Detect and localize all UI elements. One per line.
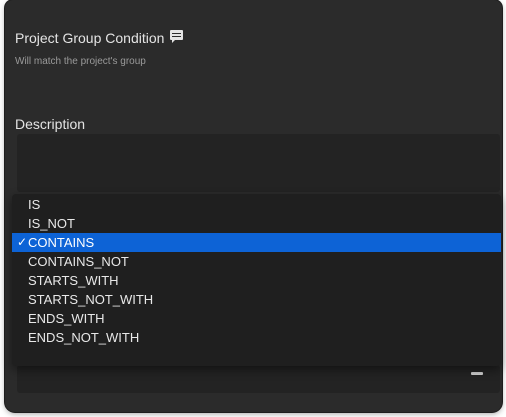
menu-option-label: IS: [28, 197, 41, 212]
menu-option-ends-with[interactable]: ENDS_WITH: [12, 309, 501, 328]
menu-option-starts-with[interactable]: STARTS_WITH: [12, 271, 501, 290]
operator-dropdown-menu: IS IS_NOT ✓ CONTAINS CONTAINS_NOT STARTS…: [12, 194, 501, 366]
menu-option-label: IS_NOT: [28, 216, 75, 231]
condition-title: Project Group Condition: [15, 30, 165, 46]
menu-option-contains[interactable]: ✓ CONTAINS: [12, 233, 501, 252]
menu-option-label: STARTS_WITH: [28, 273, 119, 288]
condition-title-row: Project Group Condition: [15, 30, 184, 46]
menu-option-label: ENDS_WITH: [28, 311, 105, 326]
menu-option-label: STARTS_NOT_WITH: [28, 292, 154, 307]
description-field[interactable]: [17, 134, 500, 192]
checkmark-icon: ✓: [17, 235, 28, 249]
comment-icon[interactable]: [170, 30, 184, 43]
menu-option-starts-not-with[interactable]: STARTS_NOT_WITH: [12, 290, 501, 309]
menu-option-is[interactable]: IS: [12, 195, 501, 214]
minus-icon[interactable]: [471, 372, 483, 375]
menu-option-label: ENDS_NOT_WITH: [28, 330, 140, 345]
menu-option-ends-not-with[interactable]: ENDS_NOT_WITH: [12, 328, 501, 347]
condition-subtitle: Will match the project's group: [15, 56, 146, 67]
description-label: Description: [15, 116, 86, 132]
menu-option-is-not[interactable]: IS_NOT: [12, 214, 501, 233]
operator-select[interactable]: [17, 365, 500, 393]
menu-option-contains-not[interactable]: CONTAINS_NOT: [12, 252, 501, 271]
menu-option-label: CONTAINS: [28, 235, 95, 250]
menu-option-label: CONTAINS_NOT: [28, 254, 129, 269]
